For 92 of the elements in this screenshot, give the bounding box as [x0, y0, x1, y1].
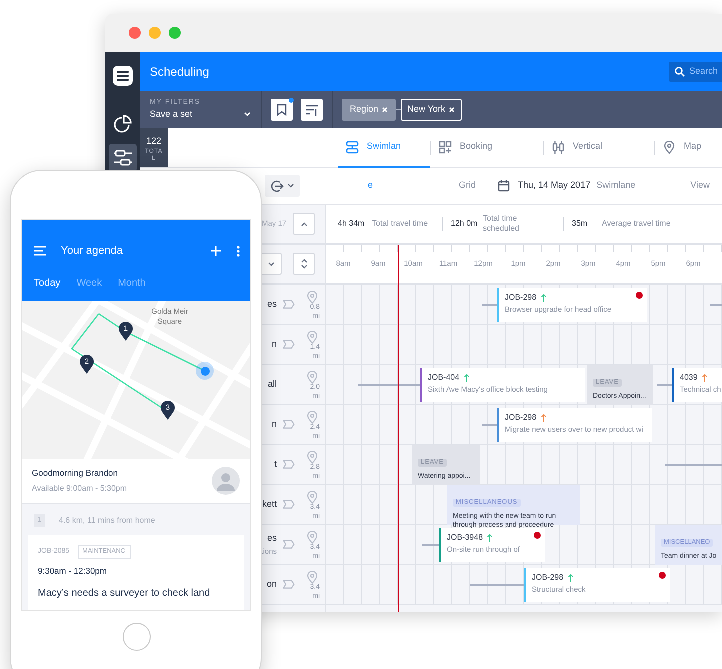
columns-icon [552, 140, 565, 154]
add-button[interactable] [211, 246, 221, 256]
connector-line [482, 424, 497, 426]
lane-name: n [272, 338, 277, 351]
plus-icon [211, 246, 221, 256]
view-tab[interactable]: Booking [431, 128, 543, 168]
calendar-icon [498, 180, 510, 192]
route-text: 4.6 km, 11 mins from home [59, 514, 156, 526]
swimlane-icon [346, 140, 359, 154]
minimize-dot[interactable] [149, 27, 161, 39]
lane-name: es [267, 532, 277, 546]
view-tab[interactable]: Vertical [544, 128, 654, 168]
location-pin-icon [306, 291, 318, 304]
grid-plus-icon [439, 140, 452, 154]
job-id: JOB-298 [532, 572, 564, 584]
swimlane-icon [114, 149, 132, 167]
availability-text: Available 9:00am - 5:30pm [32, 482, 128, 495]
filter-set-dropdown[interactable]: Save a set [150, 108, 251, 122]
pin-shape-icon [161, 401, 175, 421]
agenda-title: Your agenda [61, 244, 124, 259]
lane-name: on [266, 578, 277, 591]
connector-line [422, 544, 439, 546]
job-title: Macy’s needs a surveyer to check land [38, 586, 212, 600]
job-id: JOB-298 [505, 412, 537, 424]
agenda-tab[interactable]: Today [34, 276, 61, 291]
chevron-down-icon [288, 184, 294, 188]
job-id: JOB-404 [428, 372, 460, 384]
chevron-down-icon [268, 262, 274, 266]
pie-chart-icon[interactable] [114, 115, 132, 133]
date-label: Thu, 14 May 2017 [518, 179, 591, 192]
lane-name: es [267, 298, 277, 311]
pin-shape-icon [119, 322, 133, 342]
stat-value: 4h 34m [338, 219, 366, 229]
lane-name: n [272, 418, 277, 431]
stat-value: 35m [572, 219, 589, 229]
bookmark-icon [275, 102, 289, 116]
stat-label: Total time scheduled [483, 214, 520, 234]
sort-button[interactable] [293, 253, 315, 275]
close-icon [448, 106, 455, 112]
connector-line [482, 304, 497, 306]
stat-value: 12h 0m [451, 219, 479, 229]
view-label: Grid [459, 179, 476, 192]
avatar-icon [212, 467, 240, 495]
location-pin-icon [306, 451, 318, 464]
lane-name: t [274, 458, 277, 471]
menu-button[interactable] [34, 246, 46, 256]
location-pin-icon [306, 411, 318, 424]
menu-icon [34, 246, 46, 256]
connector-line [657, 384, 672, 386]
location-pin-icon [306, 531, 318, 544]
zoom-dot[interactable] [169, 27, 181, 39]
lane-name: kett [262, 498, 277, 511]
more-vertical-icon [237, 246, 240, 256]
job-time: 9:30am - 12:30pm [38, 564, 108, 578]
app-title: Scheduling [150, 64, 210, 80]
greeting-text: Goodmorning Brandon [32, 467, 120, 480]
more-button[interactable] [237, 246, 240, 256]
view-label: Swimlane [596, 179, 636, 192]
stat-label: Total travel time [372, 219, 430, 229]
connector-line [358, 384, 420, 386]
current-location-marker [196, 362, 214, 380]
pin-shape-icon [80, 355, 94, 375]
view-label: e [368, 179, 374, 192]
export-dropdown[interactable] [265, 175, 300, 197]
close-dot[interactable] [129, 27, 141, 39]
view-tab[interactable]: Map [655, 128, 715, 168]
location-pin-icon [306, 371, 318, 384]
location-pin-icon [306, 331, 318, 344]
job-id: JOB-298 [505, 292, 537, 304]
job-id: 4039 [680, 372, 698, 384]
location-pin-icon [306, 571, 318, 584]
close-icon [382, 106, 388, 112]
sort-icon [305, 102, 319, 116]
connector-line [665, 464, 722, 466]
view-label: View [690, 179, 710, 192]
total-count: 122 [146, 135, 162, 148]
location-pin-icon [306, 491, 318, 504]
exit-arrow-icon [271, 180, 284, 192]
lane-name: all [268, 378, 277, 391]
filter-chip[interactable]: New York [400, 98, 462, 120]
logo-icon[interactable] [112, 65, 134, 87]
chevron-down-icon [244, 112, 251, 118]
bookmark-button[interactable] [271, 98, 293, 120]
job-id: JOB-3948 [447, 532, 484, 544]
chevron-up-icon [300, 222, 308, 226]
map-pin-icon [663, 140, 676, 154]
connector-line [470, 584, 524, 586]
stat-label: Average travel time [602, 219, 672, 229]
search-icon [675, 66, 686, 76]
up-down-chevron-icon [300, 259, 308, 269]
sidebar-item[interactable] [108, 144, 136, 172]
sort-button[interactable] [301, 98, 323, 120]
